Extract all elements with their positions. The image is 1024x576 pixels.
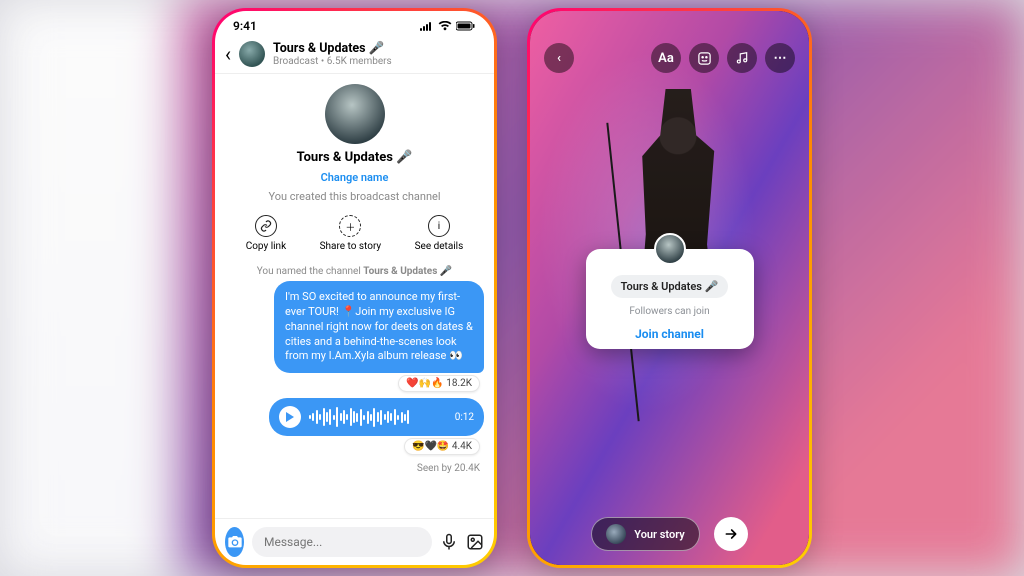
phone-broadcast-channel: 9:41 ‹ Tours & Updates 🎤 Broadcast • 6.5… (212, 8, 497, 568)
wifi-icon (438, 21, 452, 31)
system-message: You named the channel Tours & Updates 🎤 (215, 266, 494, 277)
info-icon: i (428, 215, 450, 237)
channel-system-note: You created this broadcast channel (268, 190, 440, 203)
voice-reactions[interactable]: 😎🖤🤩 4.4K (404, 438, 480, 455)
story-tools: ‹ Aa ⋯ (530, 43, 809, 73)
voice-message[interactable]: 0:12 (269, 398, 484, 436)
header-avatar[interactable] (239, 41, 265, 67)
sticker-title: Tours & Updates 🎤 (611, 275, 729, 298)
music-tool[interactable] (727, 43, 757, 73)
waveform-icon (309, 407, 447, 427)
header-title[interactable]: Tours & Updates 🎤 (273, 41, 392, 56)
status-bar: 9:41 (215, 11, 494, 35)
story-footer: Your story (530, 517, 809, 551)
link-icon (255, 215, 277, 237)
chat-header: ‹ Tours & Updates 🎤 Broadcast • 6.5K mem… (215, 35, 494, 74)
message-reactions[interactable]: ❤️🙌🔥 18.2K (398, 375, 480, 392)
voice-duration: 0:12 (455, 412, 474, 423)
sticker-tool[interactable] (689, 43, 719, 73)
mic-button[interactable] (440, 530, 458, 554)
message-text[interactable]: I'm SO excited to announce my first-ever… (274, 281, 484, 373)
join-channel-button[interactable]: Join channel (596, 327, 744, 341)
avatar-icon (606, 524, 626, 544)
camera-button[interactable] (225, 527, 244, 557)
composer (215, 518, 494, 565)
back-icon[interactable]: ‹ (225, 44, 231, 64)
gallery-button[interactable] (466, 530, 484, 554)
share-to-story-button[interactable]: ＋ Share to story (320, 215, 382, 252)
copy-link-button[interactable]: Copy link (246, 215, 286, 252)
message-input[interactable] (252, 527, 432, 557)
your-story-label: Your story (634, 528, 684, 541)
channel-name: Tours & Updates 🎤 (297, 150, 413, 165)
more-tool[interactable]: ⋯ (765, 43, 795, 73)
play-icon[interactable] (279, 406, 301, 428)
phone-story-editor: 9:41 ‹ Aa ⋯ Tours & Updates 🎤 Followers … (527, 8, 812, 568)
back-button[interactable]: ‹ (544, 43, 574, 73)
status-time: 9:41 (233, 19, 257, 33)
sticker-avatar (654, 233, 686, 265)
header-subtitle: Broadcast • 6.5K members (273, 56, 392, 67)
channel-avatar[interactable] (325, 84, 385, 144)
join-channel-sticker[interactable]: Tours & Updates 🎤 Followers can join Joi… (586, 249, 754, 349)
send-story-button[interactable] (714, 517, 748, 551)
see-details-label: See details (415, 241, 464, 252)
change-name-link[interactable]: Change name (321, 171, 389, 184)
your-story-button[interactable]: Your story (591, 517, 699, 551)
cellular-icon (420, 21, 434, 31)
channel-info: Tours & Updates 🎤 Change name You create… (215, 74, 494, 258)
share-to-story-label: Share to story (320, 241, 382, 252)
text-tool[interactable]: Aa (651, 43, 681, 73)
add-story-icon: ＋ (339, 215, 361, 237)
copy-link-label: Copy link (246, 241, 286, 252)
battery-icon (456, 21, 476, 31)
seen-by-label: Seen by 20.4K (417, 463, 480, 474)
sticker-subtitle: Followers can join (596, 306, 744, 317)
see-details-button[interactable]: i See details (415, 215, 464, 252)
